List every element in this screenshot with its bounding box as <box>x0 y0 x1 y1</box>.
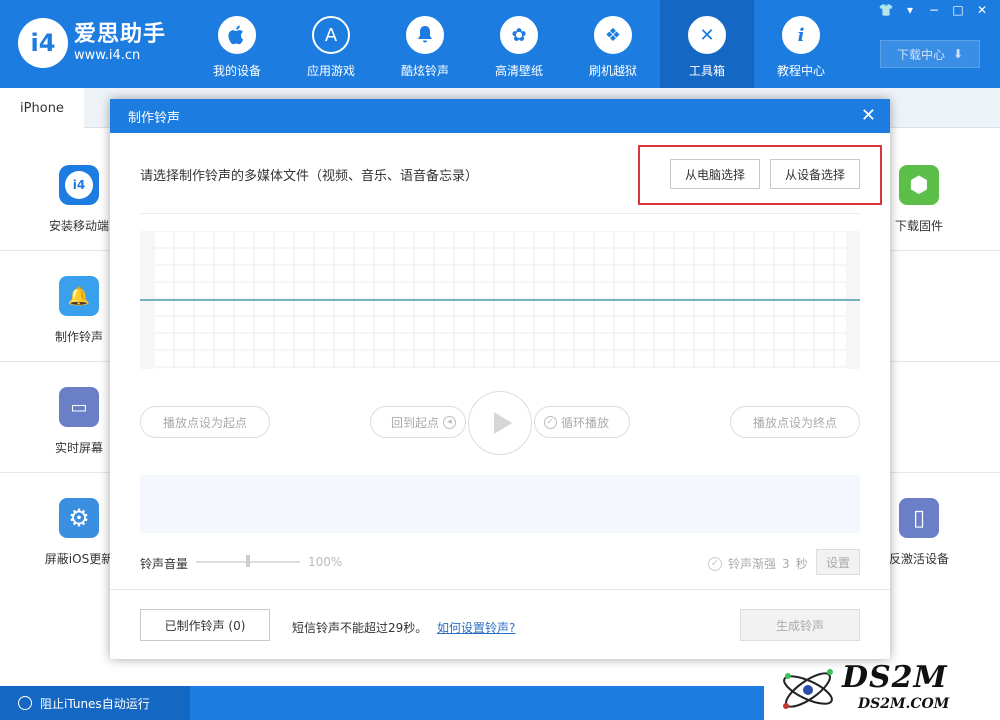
fade-in-option[interactable]: ✓ 铃声渐强 3 秒 <box>708 555 808 572</box>
how-to-set-ringtone-link[interactable]: 如何设置铃声? <box>437 619 515 636</box>
set-start-point-button[interactable]: 播放点设为起点 <box>140 406 270 438</box>
play-icon <box>494 412 512 434</box>
skin-icon[interactable]: 👕 <box>876 2 896 18</box>
monitor-icon: ▭ <box>59 387 99 427</box>
dropbox-icon: ❖ <box>594 16 632 54</box>
volume-percent: 100% <box>308 555 343 569</box>
select-media-prompt: 请选择制作铃声的多媒体文件（视频、音乐、语音备忘录） <box>140 169 479 184</box>
main-nav: 我的设备 A 应用游戏 酷炫铃声 ✿ 高清壁纸 ❖ 刷机越狱 ✕ 工具箱 i 教… <box>190 0 848 88</box>
select-from-pc-button[interactable]: 从电脑选择 <box>670 159 760 189</box>
info-icon: i <box>782 16 820 54</box>
maximize-icon[interactable]: □ <box>948 2 968 18</box>
watermark: DS2M DS2M.COM <box>764 656 1000 720</box>
download-icon: ⬇ <box>952 47 964 61</box>
dialog-title-bar: 制作铃声 ✕ <box>110 99 890 133</box>
app-name: 爱思助手 <box>74 22 167 47</box>
download-center-button[interactable]: 下载中心 ⬇ <box>880 40 980 68</box>
top-bar: i4 爱思助手 www.i4.cn 我的设备 A 应用游戏 酷炫铃声 ✿ 高清壁… <box>0 0 1000 88</box>
radio-icon <box>18 696 32 710</box>
set-end-point-button[interactable]: 播放点设为终点 <box>730 406 860 438</box>
apple-icon <box>218 16 256 54</box>
make-ringtone-dialog: 制作铃声 ✕ 请选择制作铃声的多媒体文件（视频、音乐、语音备忘录） 从电脑选择 … <box>110 99 890 659</box>
i4-logo-icon: i4 <box>18 18 68 68</box>
window-controls: 👕 ▾ − □ ✕ <box>876 2 992 18</box>
select-from-device-button[interactable]: 从设备选择 <box>770 159 860 189</box>
back-to-start-button[interactable]: 回到起点 ◂ <box>370 406 466 438</box>
loop-play-button[interactable]: ✓ 循环播放 <box>534 406 630 438</box>
menu-icon[interactable]: ▾ <box>900 2 920 18</box>
nav-my-device[interactable]: 我的设备 <box>190 0 284 88</box>
divider <box>0 472 110 473</box>
device-icon: ▯ <box>899 498 939 538</box>
nav-wallpapers[interactable]: ✿ 高清壁纸 <box>472 0 566 88</box>
divider <box>110 589 890 590</box>
tools-icon: ✕ <box>688 16 726 54</box>
rewind-icon: ◂ <box>443 415 457 429</box>
settings-button[interactable]: 设置 <box>816 549 860 575</box>
nav-apps-games[interactable]: A 应用游戏 <box>284 0 378 88</box>
tab-iphone[interactable]: iPhone <box>0 88 84 128</box>
divider <box>890 361 1000 362</box>
divider <box>890 250 1000 251</box>
app-store-icon: A <box>312 16 350 54</box>
atom-logo-icon <box>783 669 833 709</box>
sms-ringtone-note: 短信铃声不能超过29秒。 <box>292 621 428 635</box>
cube-icon: ⬢ <box>899 165 939 205</box>
play-button[interactable] <box>468 391 532 455</box>
check-icon: ✓ <box>543 415 557 429</box>
app-url: www.i4.cn <box>74 48 141 63</box>
nav-toolbox[interactable]: ✕ 工具箱 <box>660 0 754 88</box>
made-ringtones-button[interactable]: 已制作铃声 (0) <box>140 609 270 641</box>
generate-ringtone-button[interactable]: 生成铃声 <box>740 609 860 641</box>
dialog-title: 制作铃声 <box>128 110 181 126</box>
divider <box>0 361 110 362</box>
divider <box>890 472 1000 473</box>
flower-icon: ✿ <box>500 16 538 54</box>
close-window-icon[interactable]: ✕ <box>972 2 992 18</box>
gear-block-icon: ⚙ <box>59 498 99 538</box>
bell-plus-icon: 🔔 <box>59 276 99 316</box>
block-itunes-toggle[interactable]: 阻止iTunes自动运行 <box>0 686 190 720</box>
close-icon[interactable]: ✕ <box>861 105 876 126</box>
waveform-area[interactable] <box>140 231 860 369</box>
nav-ringtones[interactable]: 酷炫铃声 <box>378 0 472 88</box>
minimize-icon[interactable]: − <box>924 2 944 18</box>
nav-flash-jailbreak[interactable]: ❖ 刷机越狱 <box>566 0 660 88</box>
volume-slider-thumb[interactable] <box>246 555 250 567</box>
i4-app-icon: i4 <box>59 165 99 205</box>
app-logo: i4 爱思助手 www.i4.cn <box>18 18 166 68</box>
divider <box>140 213 860 214</box>
volume-label: 铃声音量 <box>140 557 189 571</box>
nav-tutorials[interactable]: i 教程中心 <box>754 0 848 88</box>
bell-icon <box>406 16 444 54</box>
clip-info-panel <box>140 475 860 533</box>
check-icon: ✓ <box>708 556 722 571</box>
divider <box>0 250 110 251</box>
